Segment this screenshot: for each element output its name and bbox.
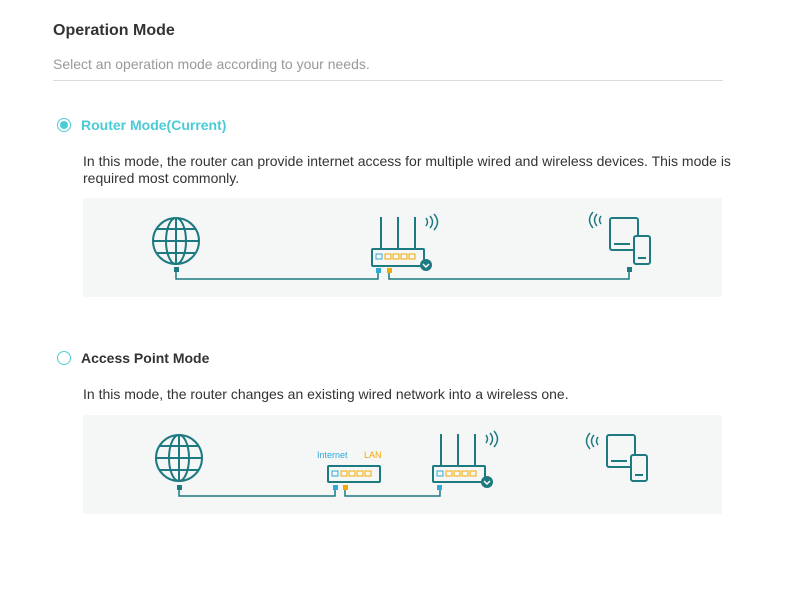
globe-port-icon (177, 485, 182, 490)
globe-icon (152, 217, 200, 265)
globe-icon (155, 434, 203, 482)
upstream-lan-port-icon (343, 485, 348, 490)
wan-cable (175, 272, 379, 280)
access-point-mode-label[interactable]: Access Point Mode (81, 350, 209, 366)
access-point-diagram-graphic: Internet LAN (155, 430, 648, 497)
lan-cable (344, 490, 441, 497)
page-title: Operation Mode (53, 22, 175, 39)
internet-port-label: Internet (317, 450, 348, 460)
wireless-devices-icon (585, 432, 648, 482)
upstream-ports-icon (331, 470, 372, 477)
access-point-mode-radio[interactable] (57, 351, 71, 365)
router-mode-diagram (83, 198, 722, 297)
router-mode-radio[interactable] (57, 118, 71, 132)
wan-cable (178, 490, 336, 497)
router-mode-option[interactable]: Router Mode(Current) (57, 117, 226, 133)
radio-selected-dot (60, 121, 68, 129)
router-ports-icon (375, 253, 416, 260)
ap-router-power-icon (481, 476, 493, 488)
device-port-icon (627, 267, 632, 272)
page-subtitle: Select an operation mode according to yo… (53, 56, 370, 72)
upstream-wan-port-icon (333, 485, 338, 490)
globe-port-icon (174, 267, 179, 272)
upstream-router-icon (327, 465, 381, 483)
ap-router-ports-icon (436, 470, 477, 477)
lan-port-label: LAN (364, 450, 382, 460)
divider (53, 80, 723, 81)
ap-router-port-icon (437, 485, 442, 490)
lan-cable (388, 272, 630, 280)
router-power-icon (420, 259, 432, 271)
router-mode-diagram-graphic (152, 211, 651, 280)
access-point-mode-diagram: Internet LAN (83, 415, 722, 514)
router-mode-description: In this mode, the router can provide int… (83, 153, 731, 186)
access-point-mode-description: In this mode, the router changes an exis… (83, 386, 569, 402)
router-wan-port-icon (376, 268, 381, 273)
router-mode-label[interactable]: Router Mode(Current) (81, 117, 226, 133)
access-point-mode-option[interactable]: Access Point Mode (57, 350, 209, 366)
router-lan-port-icon (387, 268, 392, 273)
wireless-devices-icon (588, 211, 651, 265)
